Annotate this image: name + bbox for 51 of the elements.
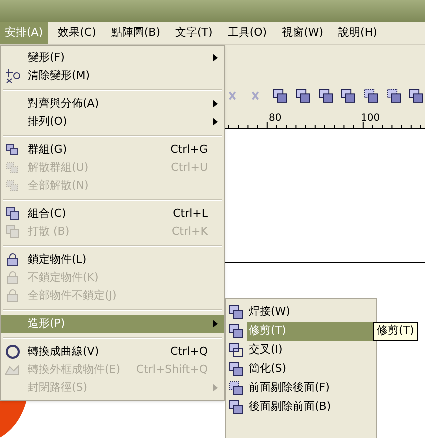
- submenu-item[interactable]: 前面剔除後面(F): [226, 379, 376, 398]
- lock-icon: [5, 288, 21, 304]
- shape-icon: [229, 400, 245, 416]
- shape-icon: [229, 380, 245, 396]
- shape-icon: [229, 342, 245, 358]
- submenu-arrow-icon: [213, 54, 218, 62]
- combine-icon: [5, 224, 21, 240]
- menu-bar-item[interactable]: 文字(T): [170, 22, 218, 44]
- toolbar-tool-icon[interactable]: [272, 87, 290, 105]
- menu-item[interactable]: 組合(C) Ctrl+L: [1, 205, 224, 223]
- group-icon: [5, 160, 21, 176]
- toolbar-tool-icon[interactable]: [295, 87, 312, 105]
- menu-item[interactable]: 清除變形(M): [1, 67, 224, 85]
- tooltip: 修剪(T): [373, 322, 418, 341]
- lock-icon: [5, 252, 21, 268]
- menu-item[interactable]: 鎖定物件(L): [1, 251, 224, 269]
- menu-item[interactable]: 排列(O): [1, 113, 224, 131]
- menu-item[interactable]: 對齊與分佈(A): [1, 95, 224, 113]
- shape-icon: [229, 362, 245, 378]
- transform-icon: [5, 68, 21, 84]
- toolbar-tool-icon[interactable]: [386, 87, 402, 105]
- ruler-label: 80: [269, 112, 282, 126]
- ruler-label: 100: [361, 112, 380, 126]
- submenu-item[interactable]: 簡化(S): [226, 360, 376, 379]
- menu-bar-item[interactable]: 效果(C): [53, 22, 102, 44]
- group-icon: [5, 142, 21, 158]
- menu-bar-item[interactable]: 工具(O): [222, 22, 272, 44]
- menu-bar-item[interactable]: 點陣圖(B): [106, 22, 166, 44]
- circle-icon: [5, 344, 21, 360]
- submenu-item[interactable]: 後面剔除前面(B): [226, 398, 376, 417]
- menu-bar-item[interactable]: 說明(H): [334, 22, 382, 44]
- submenu-arrow-icon: [213, 384, 218, 392]
- group-icon: [5, 178, 21, 194]
- menu-item[interactable]: 轉換成曲線(V) Ctrl+Q: [1, 343, 224, 361]
- submenu-arrow-icon: [213, 118, 218, 126]
- combine-icon: [5, 206, 21, 222]
- submenu-arrow-icon: [213, 100, 218, 108]
- outline-icon: [5, 362, 21, 378]
- toolbar-tool-icon[interactable]: [340, 87, 358, 105]
- shape-icon: [229, 304, 245, 320]
- lock-icon: [5, 270, 21, 286]
- submenu-item[interactable]: 交叉(I): [226, 341, 376, 360]
- shape-icon: [229, 324, 245, 340]
- submenu-item[interactable]: 焊接(W): [226, 303, 376, 322]
- menu-item[interactable]: 變形(F): [1, 49, 224, 67]
- toolbar-tool-icon[interactable]: [363, 87, 380, 105]
- submenu-arrow-icon: [213, 320, 218, 328]
- toolbar-tool-icon[interactable]: [318, 87, 334, 105]
- toolbar-tool-icon[interactable]: [408, 87, 425, 105]
- menu-bar-item[interactable]: 視窗(W): [277, 22, 329, 44]
- menu-item[interactable]: 群組(G) Ctrl+G: [1, 141, 224, 159]
